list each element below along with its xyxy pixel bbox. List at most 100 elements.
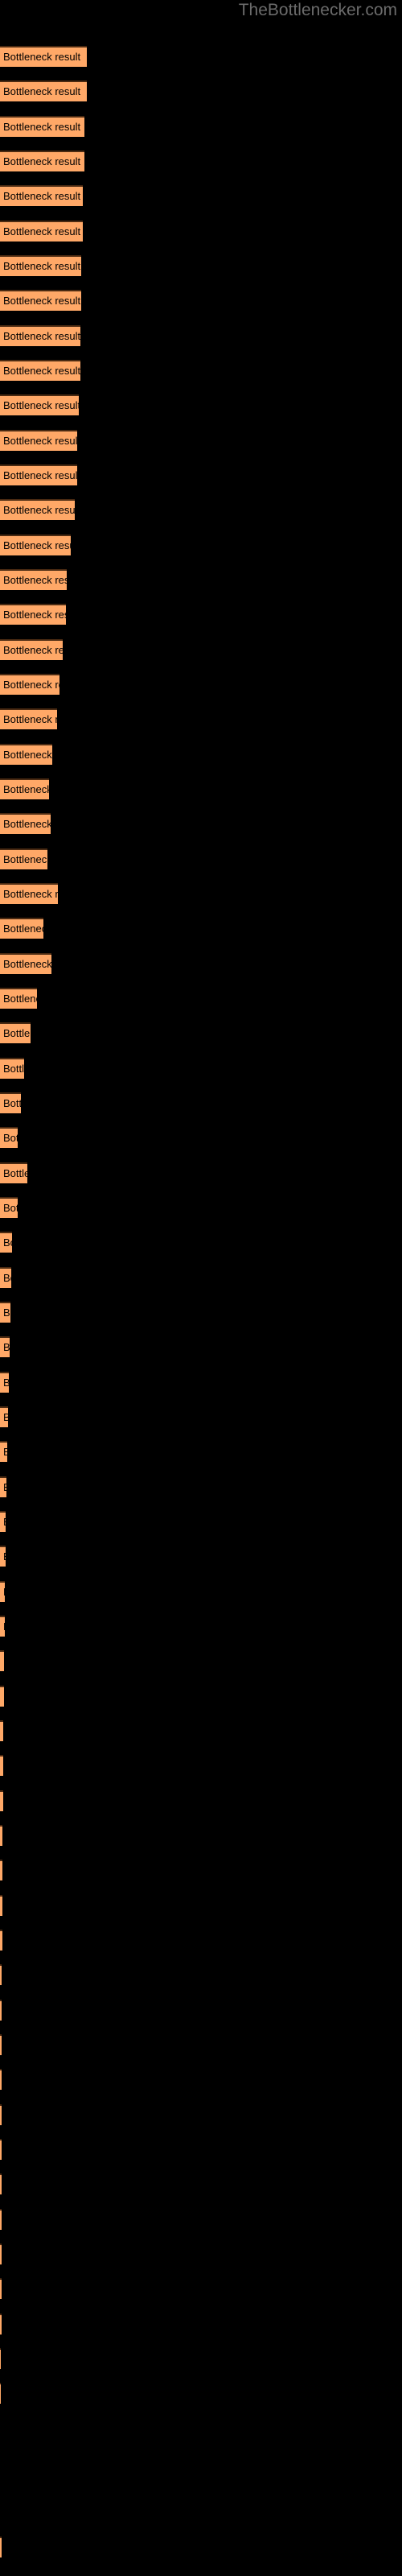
bar-24[interactable]: Bottleneck result — [0, 883, 58, 904]
bar-71[interactable]: Bottleneck result — [0, 2537, 2, 2557]
bar-6[interactable]: Bottleneck result — [0, 255, 81, 276]
bar-28[interactable]: Bottleneck result — [0, 1022, 31, 1043]
bar-8[interactable]: Bottleneck result — [0, 325, 80, 346]
bar-30[interactable]: Bottleneck result — [0, 1092, 21, 1113]
bar-18[interactable]: Bottleneck result — [0, 674, 59, 695]
bar-label: Bottleneck result — [3, 609, 66, 621]
bar-17[interactable]: Bottleneck result — [0, 639, 63, 660]
bar-label: Bottleneck result — [3, 993, 37, 1005]
chart-canvas: TheBottlenecker.com Bottleneck result Bot… — [0, 0, 402, 2576]
bar-36[interactable]: Bottleneck result — [0, 1302, 10, 1323]
bar-7[interactable]: Bottleneck result — [0, 290, 81, 311]
bar-14[interactable]: Bottleneck result — [0, 535, 71, 555]
bar-chart-plot-area: Bottleneck result Bottleneck result Bottle… — [0, 0, 402, 2576]
bar-label: Bottleneck result — [3, 958, 51, 970]
bar-53[interactable]: Bottleneck result — [0, 1895, 2, 1916]
bar-38[interactable]: Bottleneck result — [0, 1372, 9, 1393]
bar-label: Bottleneck result — [3, 1132, 18, 1144]
bar-16[interactable]: Bottleneck result — [0, 604, 66, 625]
bar-21[interactable]: Bottleneck result — [0, 778, 49, 799]
bar-9[interactable]: Bottleneck result — [0, 360, 80, 381]
bar-43[interactable]: Bottleneck result — [0, 1546, 6, 1567]
bar-55[interactable]: Bottleneck result — [0, 1964, 2, 1985]
bar-35[interactable]: Bottleneck result — [0, 1267, 11, 1288]
bar-label: Bottleneck result — [3, 225, 81, 237]
bar-label: Bottleneck result — [3, 644, 63, 656]
bar-63[interactable]: Bottleneck result — [0, 2244, 2, 2264]
bar-44[interactable]: Bottleneck result — [0, 1581, 5, 1602]
bar-47[interactable]: Bottleneck result — [0, 1686, 4, 1707]
bar-65[interactable]: Bottleneck result — [0, 2314, 2, 2334]
bar-41[interactable]: Bottleneck result — [0, 1476, 6, 1497]
bar-20[interactable]: Bottleneck result — [0, 744, 52, 765]
bar-62[interactable]: Bottleneck result — [0, 2209, 2, 2230]
bar-27[interactable]: Bottleneck result — [0, 988, 37, 1009]
bar-32[interactable]: Bottleneck result — [0, 1162, 27, 1183]
bar-label: Bottleneck result — [3, 1202, 18, 1214]
bar-46[interactable]: Bottleneck result — [0, 1650, 4, 1671]
bar-2[interactable]: Bottleneck result — [0, 116, 84, 137]
bar-66[interactable]: Bottleneck result — [0, 2348, 1, 2369]
bar-0[interactable]: Bottleneck result — [0, 46, 87, 67]
bar-40[interactable]: Bottleneck result — [0, 1441, 7, 1462]
bar-label: Bottleneck result — [3, 923, 43, 935]
bar-33[interactable]: Bottleneck result — [0, 1197, 18, 1218]
bar-label: Bottleneck result — [3, 504, 75, 516]
bar-39[interactable]: Bottleneck result — [0, 1406, 8, 1427]
bar-label: Bottleneck result — [3, 85, 81, 97]
bar-60[interactable]: Bottleneck result — [0, 2139, 2, 2160]
bar-5[interactable]: Bottleneck result — [0, 221, 83, 242]
bar-50[interactable]: Bottleneck result — [0, 1790, 3, 1811]
bar-label: Bottleneck result — [3, 1513, 6, 1532]
bar-58[interactable]: Bottleneck result — [0, 2069, 2, 2090]
bar-15[interactable]: Bottleneck result — [0, 569, 67, 590]
bar-26[interactable]: Bottleneck result — [0, 953, 51, 974]
bar-61[interactable]: Bottleneck result — [0, 2174, 2, 2194]
bar-label: Bottleneck result — [3, 121, 81, 133]
bar-12[interactable]: Bottleneck result — [0, 464, 77, 485]
bar-34[interactable]: Bottleneck result — [0, 1232, 12, 1253]
bar-29[interactable]: Bottleneck result — [0, 1058, 24, 1079]
bar-label: Bottleneck result — [3, 469, 77, 481]
bar-label: Bottleneck result — [3, 1408, 8, 1427]
bar-45[interactable]: Bottleneck result — [0, 1616, 5, 1637]
bar-label: Bottleneck result — [3, 1652, 4, 1671]
bar-48[interactable]: Bottleneck result — [0, 1720, 3, 1741]
bar-label: Bottleneck result — [3, 783, 49, 795]
bar-label: Bottleneck result — [3, 1063, 24, 1075]
bar-59[interactable]: Bottleneck result — [0, 2104, 2, 2125]
bar-23[interactable]: Bottleneck result — [0, 848, 47, 869]
bar-1[interactable]: Bottleneck result — [0, 80, 87, 101]
bar-10[interactable]: Bottleneck result — [0, 394, 79, 415]
bar-label: Bottleneck result — [3, 1097, 21, 1109]
bar-22[interactable]: Bottleneck result — [0, 813, 51, 834]
bar-37[interactable]: Bottleneck result — [0, 1336, 10, 1357]
bar-label: Bottleneck result — [3, 713, 57, 725]
bar-4[interactable]: Bottleneck result — [0, 185, 83, 206]
bar-label: Bottleneck result — [3, 260, 81, 272]
bar-label: Bottleneck result — [3, 435, 77, 447]
bar-42[interactable]: Bottleneck result — [0, 1511, 6, 1532]
bar-51[interactable]: Bottleneck result — [0, 1825, 2, 1846]
bar-label: Bottleneck result — [3, 888, 58, 900]
bar-57[interactable]: Bottleneck result — [0, 2034, 2, 2055]
bar-52[interactable]: Bottleneck result — [0, 1860, 2, 1880]
bar-label: Bottleneck result — [3, 1307, 10, 1319]
bar-13[interactable]: Bottleneck result — [0, 499, 75, 520]
bar-label: Bottleneck result — [3, 1272, 11, 1284]
bar-3[interactable]: Bottleneck result — [0, 151, 84, 171]
bar-25[interactable]: Bottleneck result — [0, 918, 43, 939]
bar-64[interactable]: Bottleneck result — [0, 2278, 2, 2299]
bar-label: Bottleneck result — [3, 1478, 6, 1497]
bar-19[interactable]: Bottleneck result — [0, 708, 57, 729]
bar-11[interactable]: Bottleneck result — [0, 430, 77, 451]
bar-31[interactable]: Bottleneck result — [0, 1127, 18, 1148]
bar-49[interactable]: Bottleneck result — [0, 1755, 3, 1776]
bar-56[interactable]: Bottleneck result — [0, 2000, 2, 2021]
bar-label: Bottleneck result — [3, 1373, 9, 1393]
bar-label: Bottleneck result — [3, 574, 67, 586]
bar-67[interactable]: Bottleneck result — [0, 2383, 1, 2404]
bar-label: Bottleneck result — [3, 1617, 5, 1637]
bar-54[interactable]: Bottleneck result — [0, 1930, 2, 1951]
bar-label: Bottleneck result — [3, 679, 59, 691]
